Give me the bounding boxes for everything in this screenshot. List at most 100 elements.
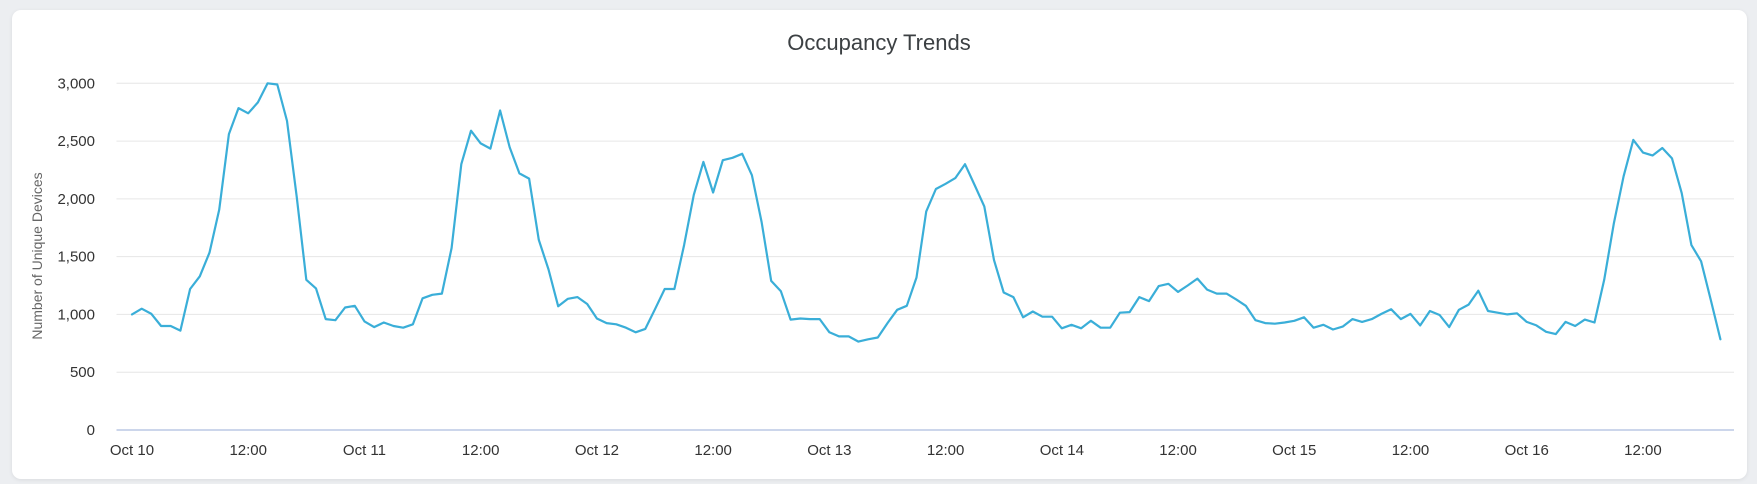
data-point[interactable] (661, 285, 669, 293)
data-point[interactable] (1242, 302, 1250, 310)
data-point[interactable] (264, 79, 272, 87)
data-point[interactable] (1222, 290, 1230, 298)
data-point[interactable] (574, 293, 582, 301)
data-point[interactable] (1213, 290, 1221, 298)
data-point[interactable] (1639, 149, 1647, 157)
data-point[interactable] (1068, 321, 1076, 329)
data-point[interactable] (922, 208, 930, 216)
data-point[interactable] (854, 338, 862, 346)
data-point[interactable] (1261, 319, 1269, 327)
data-point[interactable] (1542, 328, 1550, 336)
data-point[interactable] (632, 328, 640, 336)
data-point[interactable] (525, 175, 533, 183)
data-point[interactable] (1484, 307, 1492, 315)
data-point[interactable] (515, 169, 523, 177)
data-point[interactable] (205, 249, 213, 257)
data-point[interactable] (932, 185, 940, 193)
data-point[interactable] (1503, 310, 1511, 318)
data-point[interactable] (428, 291, 436, 299)
data-point[interactable] (535, 236, 543, 244)
data-point[interactable] (157, 322, 165, 330)
data-point[interactable] (331, 316, 339, 324)
data-point[interactable] (1368, 315, 1376, 323)
data-point[interactable] (1668, 154, 1676, 162)
data-point[interactable] (990, 256, 998, 264)
data-point[interactable] (1678, 189, 1686, 197)
data-point[interactable] (758, 218, 766, 226)
data-point[interactable] (1426, 307, 1434, 315)
data-point[interactable] (1009, 293, 1017, 301)
data-point[interactable] (1687, 241, 1695, 249)
data-point[interactable] (593, 314, 601, 322)
data-point[interactable] (1087, 317, 1095, 325)
data-point[interactable] (496, 106, 504, 114)
data-point[interactable] (806, 315, 814, 323)
data-point[interactable] (1561, 318, 1569, 326)
data-point[interactable] (1271, 320, 1279, 328)
data-point[interactable] (1465, 301, 1473, 309)
data-point[interactable] (1164, 280, 1172, 288)
data-point[interactable] (1571, 322, 1579, 330)
data-point[interactable] (1358, 318, 1366, 326)
data-point[interactable] (1348, 315, 1356, 323)
data-point[interactable] (1203, 286, 1211, 294)
data-point[interactable] (893, 306, 901, 314)
data-point[interactable] (1455, 306, 1463, 314)
data-point[interactable] (215, 206, 223, 214)
data-point[interactable] (913, 273, 921, 281)
data-point[interactable] (787, 316, 795, 324)
data-point[interactable] (351, 302, 359, 310)
data-point[interactable] (1552, 330, 1560, 338)
data-point[interactable] (603, 319, 611, 327)
data-point[interactable] (302, 276, 310, 284)
data-point[interactable] (225, 130, 233, 138)
data-point[interactable] (506, 143, 514, 151)
data-point[interactable] (680, 241, 688, 249)
data-point[interactable] (980, 202, 988, 210)
data-point[interactable] (622, 324, 630, 332)
data-point[interactable] (1038, 313, 1046, 321)
data-point[interactable] (1116, 309, 1124, 317)
data-point[interactable] (390, 322, 398, 330)
data-point[interactable] (1397, 315, 1405, 323)
data-point[interactable] (729, 154, 737, 162)
data-point[interactable] (1387, 305, 1395, 313)
data-point[interactable] (138, 305, 146, 313)
data-point[interactable] (1155, 282, 1163, 290)
data-point[interactable] (235, 104, 243, 112)
data-point[interactable] (1436, 311, 1444, 319)
data-point[interactable] (1600, 276, 1608, 284)
data-point[interactable] (1184, 282, 1192, 290)
data-point[interactable] (845, 332, 853, 340)
data-point[interactable] (612, 320, 620, 328)
data-point[interactable] (816, 315, 824, 323)
data-point[interactable] (874, 334, 882, 342)
data-point[interactable] (419, 294, 427, 302)
data-point[interactable] (554, 302, 562, 310)
data-point[interactable] (1581, 316, 1589, 324)
data-point[interactable] (1629, 136, 1637, 144)
data-point[interactable] (1658, 144, 1666, 152)
data-point[interactable] (951, 174, 959, 182)
data-point[interactable] (1174, 288, 1182, 296)
data-point[interactable] (186, 285, 194, 293)
data-point[interactable] (1532, 321, 1540, 329)
data-point[interactable] (1445, 323, 1453, 331)
data-point[interactable] (273, 80, 281, 88)
data-point[interactable] (864, 335, 872, 343)
data-point[interactable] (360, 317, 368, 325)
data-point[interactable] (796, 314, 804, 322)
data-point[interactable] (1474, 287, 1482, 295)
data-point[interactable] (1513, 309, 1521, 317)
data-point[interactable] (748, 171, 756, 179)
data-point[interactable] (283, 117, 291, 125)
data-point[interactable] (1310, 324, 1318, 332)
data-point[interactable] (544, 265, 552, 273)
data-point[interactable] (254, 98, 262, 106)
data-point[interactable] (1193, 275, 1201, 283)
data-point[interactable] (1029, 308, 1037, 316)
data-point[interactable] (583, 300, 591, 308)
data-point[interactable] (1232, 295, 1240, 303)
data-point[interactable] (1591, 319, 1599, 327)
data-point[interactable] (1407, 310, 1415, 318)
